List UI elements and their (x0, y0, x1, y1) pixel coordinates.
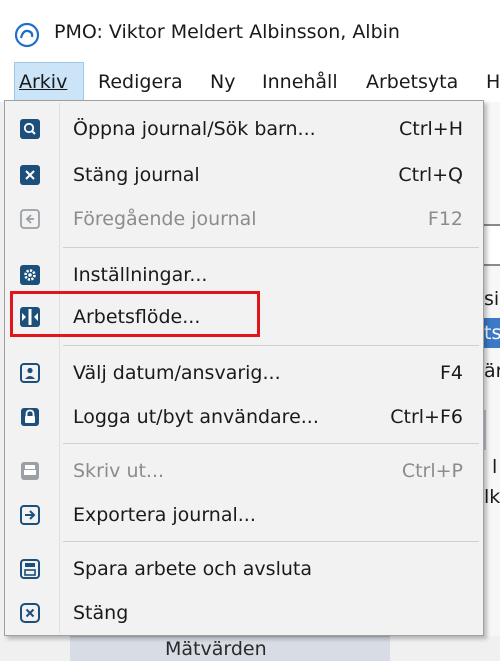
bg-matvarden-label: Mätvärden (165, 638, 267, 660)
menu-item-shortcut: Ctrl+F6 (390, 406, 463, 428)
close-box-icon (20, 165, 40, 185)
menu-item-label: Föregående journal (73, 208, 257, 230)
previous-icon (20, 209, 40, 229)
menu-item-save-and-exit[interactable]: Spara arbete och avsluta (7, 549, 481, 589)
menu-item-label: Inställningar... (73, 264, 208, 286)
export-icon (20, 505, 40, 525)
search-icon (20, 119, 40, 139)
menu-separator (63, 247, 479, 248)
menu-item-shortcut: F12 (427, 208, 463, 230)
arkiv-dropdown-menu: Öppna journal/Sök barn... Ctrl+H Stäng j… (4, 100, 484, 636)
bg-fragment-5: lk (484, 486, 500, 508)
bg-fragment-1: sic (484, 288, 500, 310)
menu-redigera[interactable]: Redigera (98, 62, 183, 102)
menu-innehall[interactable]: Innehåll (262, 62, 338, 102)
menu-separator (63, 443, 479, 444)
menu-item-label: Stäng (73, 602, 129, 624)
bg-fragment-2: ts (484, 322, 500, 344)
title-bar: PMO: Viktor Meldert Albinsson, Albin (0, 0, 500, 62)
annotation-highlight-box (10, 291, 260, 337)
app-logo-icon (14, 22, 40, 48)
save-icon (20, 559, 40, 579)
menu-separator (63, 541, 479, 542)
menu-item-shortcut: F4 (439, 362, 463, 384)
close-circle-icon (20, 603, 40, 623)
menu-item-label: Stäng journal (73, 164, 200, 186)
menu-item-label: Öppna journal/Sök barn... (73, 118, 316, 140)
menu-hjalp[interactable]: H (486, 62, 500, 102)
menu-item-close[interactable]: Stäng (7, 593, 481, 633)
menu-item-shortcut: Ctrl+Q (398, 164, 463, 186)
menu-item-settings[interactable]: Inställningar... (7, 255, 481, 295)
gear-icon (20, 265, 40, 285)
menu-item-shortcut: Ctrl+H (398, 118, 463, 140)
menu-separator (63, 345, 479, 346)
menu-item-close-journal[interactable]: Stäng journal Ctrl+Q (7, 155, 481, 195)
menu-item-shortcut: Ctrl+P (401, 460, 463, 482)
menu-arkiv[interactable]: Arkiv (14, 62, 84, 102)
person-icon (20, 363, 40, 383)
window-title: PMO: Viktor Meldert Albinsson, Albin (54, 21, 400, 43)
menu-item-export-journal[interactable]: Exportera journal... (7, 495, 481, 535)
menu-item-select-date[interactable]: Välj datum/ansvarig... F4 (7, 353, 481, 393)
menu-bar: Arkiv Redigera Ny Innehåll Arbetsyta H (0, 62, 500, 102)
bg-fragment-3: är (484, 360, 500, 382)
menu-item-label: Skriv ut... (73, 460, 165, 482)
menu-arbetsyta[interactable]: Arbetsyta (366, 62, 458, 102)
printer-icon (21, 462, 39, 480)
menu-item-label: Välj datum/ansvarig... (73, 362, 281, 384)
menu-item-logout[interactable]: Logga ut/byt användare... Ctrl+F6 (7, 397, 481, 437)
menu-item-label: Spara arbete och avsluta (73, 558, 312, 580)
menu-ny[interactable]: Ny (210, 62, 235, 102)
menu-item-open-journal[interactable]: Öppna journal/Sök barn... Ctrl+H (7, 109, 481, 149)
menu-item-previous-journal: Föregående journal F12 (7, 199, 481, 239)
bg-fragment-4: l (492, 456, 498, 478)
lock-icon (21, 408, 39, 426)
menu-item-label: Exportera journal... (73, 504, 256, 526)
background-input (482, 224, 500, 266)
menu-item-print: Skriv ut... Ctrl+P (7, 451, 481, 491)
menu-item-label: Logga ut/byt användare... (73, 406, 319, 428)
